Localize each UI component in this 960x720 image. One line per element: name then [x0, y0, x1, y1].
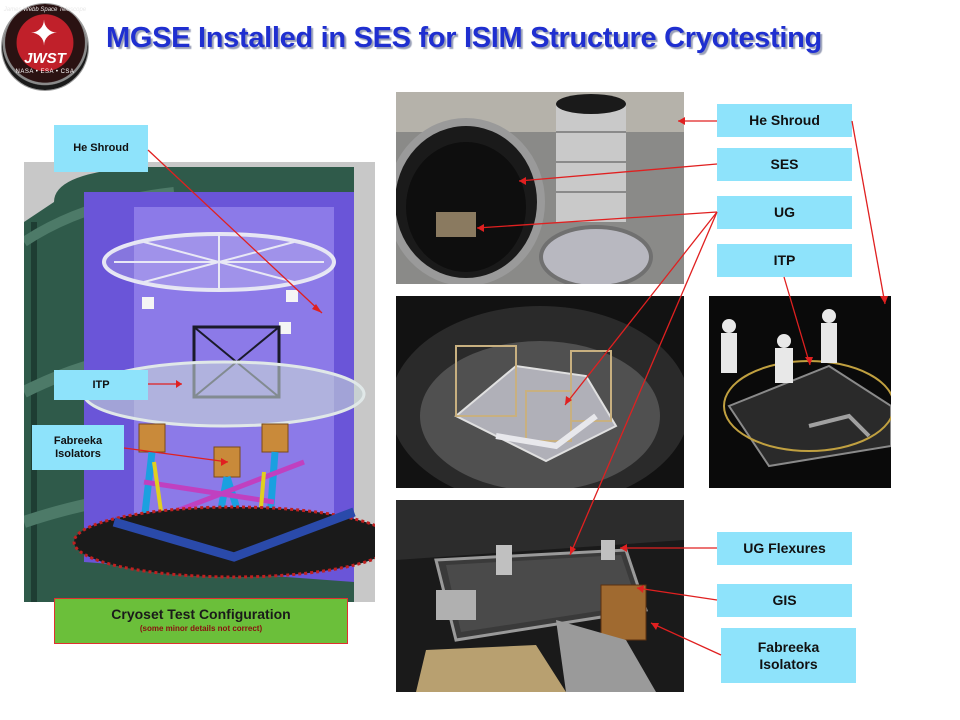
caption-box: Cryoset Test Configuration (some minor d… — [54, 598, 348, 644]
logo-ring-text: James Webb Space Telescope — [3, 7, 87, 13]
photo-shroud-interior — [396, 296, 684, 488]
photo-itp-workers — [709, 296, 891, 488]
label-ses-photo: SES — [717, 148, 852, 181]
photo-ug-flexures — [396, 500, 684, 692]
label-itp-drawing: ITP — [54, 370, 148, 400]
logo-agencies: NASA • ESA • CSA — [15, 69, 75, 75]
label-itp-photo: ITP — [717, 244, 852, 277]
caption-subtitle: (some minor details not correct) — [139, 624, 263, 633]
slide-title: MGSE Installed in SES for ISIM Structure… — [106, 22, 822, 54]
label-he-shroud-photo: He Shroud — [717, 104, 852, 137]
label-fabreeka-drawing: Fabreeka Isolators — [32, 425, 124, 470]
label-he-shroud-drawing: He Shroud — [54, 125, 148, 172]
label-gis-photo: GIS — [717, 584, 852, 617]
label-fabreeka-photo: Fabreeka Isolators — [721, 628, 856, 683]
jwst-logo: James Webb Space Telescope ✦ JWST NASA •… — [2, 4, 88, 90]
star-icon: ✦ — [29, 15, 59, 53]
photo-chamber-overview — [396, 92, 684, 284]
logo-text: JWST — [24, 50, 66, 67]
caption-title: Cryoset Test Configuration — [111, 606, 291, 622]
label-ug-photo: UG — [717, 196, 852, 229]
label-ug-flexures-photo: UG Flexures — [717, 532, 852, 565]
leader-he-shroud-photo-2 — [851, 120, 886, 305]
